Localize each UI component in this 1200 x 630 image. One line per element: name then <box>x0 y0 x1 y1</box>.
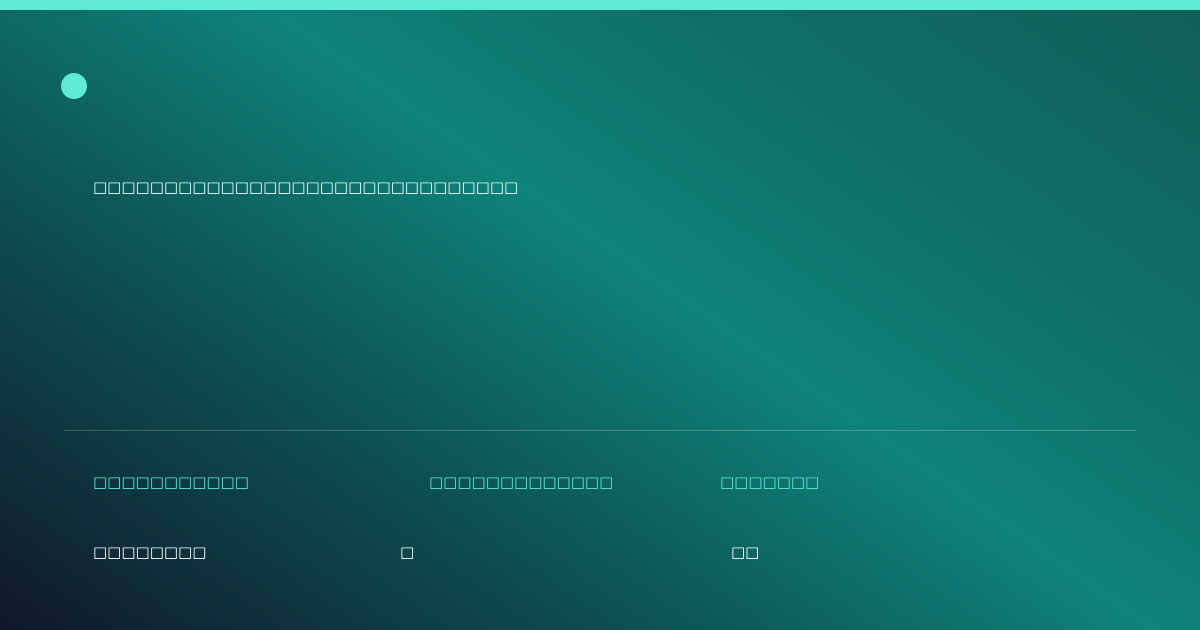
accent-top-bar <box>0 0 1200 10</box>
stat-label-2: □□□□□□□□□□□□□ <box>429 473 614 491</box>
stat-value-3: □□ <box>731 543 760 561</box>
stat-label-1: □□□□□□□□□□□ <box>93 473 249 491</box>
social-card: □□□□□□□□□□□□□□□□□□□□□□□□□□□□□□ □□□□□□□□□… <box>0 0 1200 630</box>
stat-value-2: □ <box>400 543 415 561</box>
stat-value-1: □□□□□□□□ <box>93 543 207 561</box>
stat-label-3: □□□□□□□ <box>720 473 820 491</box>
divider <box>64 430 1136 431</box>
circle-dot-icon <box>61 73 87 99</box>
subtitle-text: □□□□□□□□□□□□□□□□□□□□□□□□□□□□□□ <box>93 178 519 196</box>
